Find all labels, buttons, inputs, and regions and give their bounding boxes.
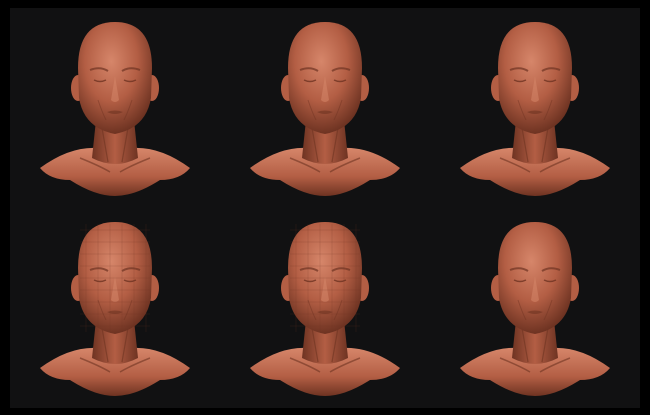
sculpt-render-2 bbox=[220, 8, 430, 208]
head bbox=[491, 22, 579, 134]
sculpt-render-3 bbox=[430, 8, 640, 208]
sculpt-render-6 bbox=[430, 208, 640, 408]
sculpt-render-5 bbox=[220, 208, 430, 408]
sculpt-render-1 bbox=[10, 8, 220, 208]
render-viewport bbox=[10, 8, 640, 408]
head bbox=[71, 22, 159, 134]
image-frame bbox=[0, 0, 650, 415]
head bbox=[491, 222, 579, 334]
head bbox=[281, 22, 369, 134]
sculpt-render-4 bbox=[10, 208, 220, 408]
